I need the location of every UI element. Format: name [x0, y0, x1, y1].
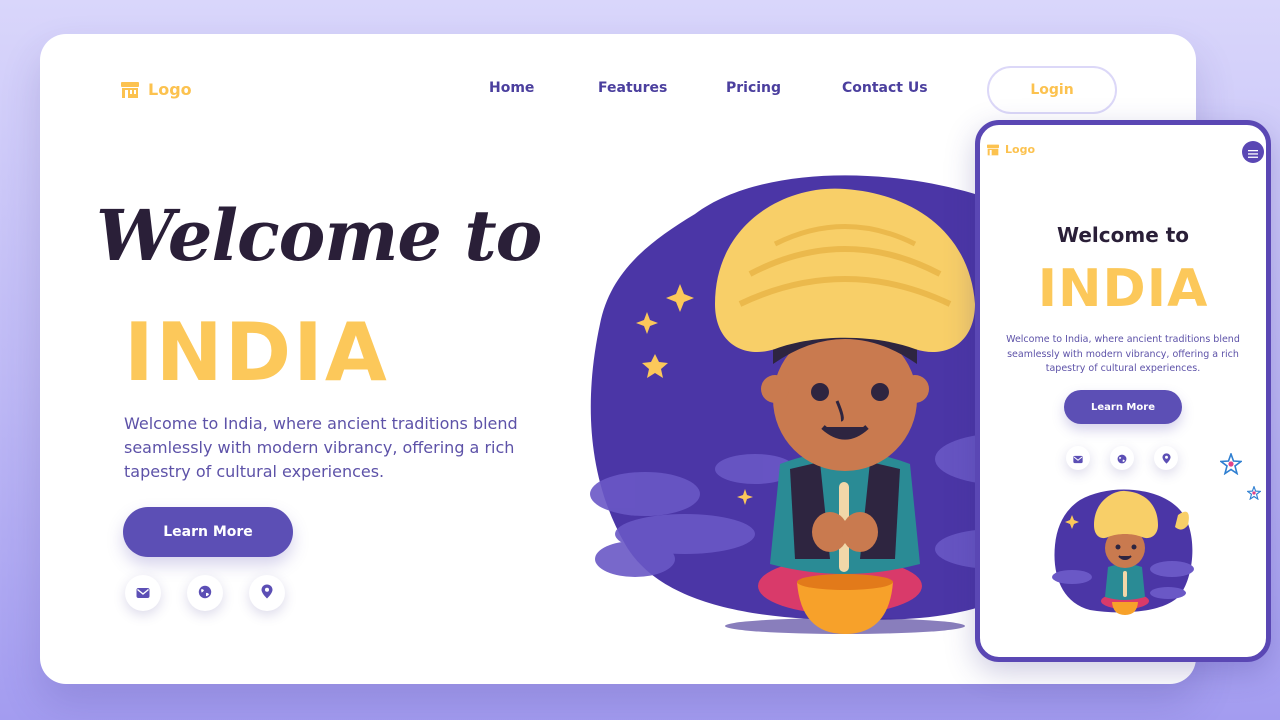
- logo[interactable]: Logo: [120, 80, 192, 99]
- location-pin-icon: [1161, 449, 1171, 468]
- floating-star-icon: [1220, 453, 1242, 475]
- mobile-globe-button[interactable]: [1110, 446, 1134, 470]
- location-button[interactable]: [249, 575, 285, 611]
- hero-title: INDIA: [124, 306, 389, 399]
- mail-button[interactable]: [125, 575, 161, 611]
- nav-pricing[interactable]: Pricing: [726, 80, 781, 96]
- mobile-location-button[interactable]: [1154, 446, 1178, 470]
- nav-home[interactable]: Home: [489, 80, 534, 96]
- location-pin-icon: [261, 584, 273, 603]
- nav-contact-us[interactable]: Contact Us: [842, 80, 928, 96]
- logo-text: Logo: [148, 80, 192, 99]
- mobile-menu-button[interactable]: [1242, 141, 1264, 163]
- hamburger-menu-icon: [1248, 143, 1258, 162]
- mail-icon: [136, 584, 150, 603]
- mobile-title: INDIA: [1037, 259, 1209, 319]
- hero-welcome-heading: Welcome to: [96, 194, 542, 277]
- mobile-welcome-heading: Welcome to: [1056, 223, 1190, 247]
- store-icon: [120, 81, 140, 99]
- mobile-description: Welcome to India, where ancient traditio…: [1006, 334, 1240, 374]
- globe-icon: [198, 584, 212, 603]
- store-icon: [986, 144, 1000, 156]
- mobile-mail-button[interactable]: [1066, 446, 1090, 470]
- mobile-indian-boy-illustration: [1052, 489, 1194, 615]
- globe-icon: [1117, 449, 1127, 468]
- mobile-preview: Logo Welcome to INDIA Welcome to India, …: [975, 120, 1271, 662]
- floating-star-small-icon: [1247, 486, 1261, 500]
- social-links: [125, 575, 285, 611]
- learn-more-button[interactable]: Learn More: [123, 507, 293, 557]
- hero-description: Welcome to India, where ancient traditio…: [124, 414, 518, 481]
- globe-button[interactable]: [187, 575, 223, 611]
- nav-features[interactable]: Features: [598, 80, 667, 96]
- login-button[interactable]: Login: [987, 66, 1117, 114]
- mobile-logo-text: Logo: [1005, 143, 1035, 156]
- mail-icon: [1073, 449, 1083, 468]
- mobile-learn-more-button[interactable]: Learn More: [1064, 390, 1182, 424]
- mobile-social-links: [1066, 446, 1178, 470]
- mobile-logo[interactable]: Logo: [986, 143, 1035, 156]
